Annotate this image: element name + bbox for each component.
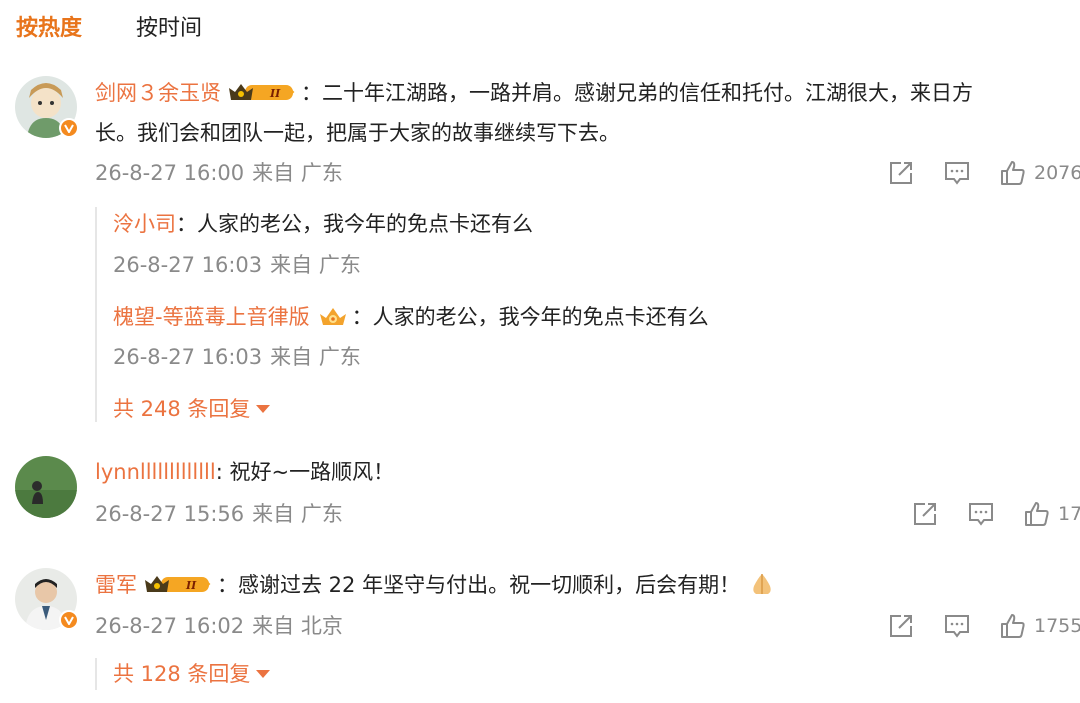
thumbs-up-icon (1001, 614, 1025, 638)
like-button[interactable]: 2076 (1000, 160, 1080, 186)
timestamp: 26-8-27 16:02 (95, 614, 245, 638)
comment-text: : 祝好~一路顺风！ (215, 460, 395, 484)
location: 来自 广东 (270, 253, 361, 277)
comment-text: ：感谢过去 22 年坚守与付出。祝一切顺利，后会有期！ (217, 573, 741, 597)
comment-button[interactable] (944, 160, 970, 186)
share-button[interactable] (888, 160, 914, 186)
vip-crown-badge-icon: II (143, 572, 215, 596)
comment-text-cont: 长。我们会和团队一起，把属于大家的故事继续写下去。 (95, 121, 620, 145)
reply-meta: 26-8-27 16:03 来自 广东 (113, 250, 369, 280)
comment-text: ：二十年江湖路，一路并肩。感谢兄弟的信任和托付。江湖很大，来日方 (301, 81, 973, 105)
like-count: 2076 (1034, 162, 1080, 184)
more-replies-link[interactable]: 共 248 条回复 (113, 394, 271, 424)
more-replies-label: 共 128 条回复 (113, 662, 251, 686)
reply-meta: 26-8-27 16:03 来自 广东 (113, 342, 369, 372)
reply-list: 泠小司：人家的老公，我今年的免点卡还有么 26-8-27 16:03 来自 广东 … (95, 207, 1080, 422)
share-icon (914, 503, 936, 525)
reply-item: 槐望-等蓝毒上音律版 ：人家的老公，我今年的免点卡还有么 (113, 302, 709, 332)
location: 来自 广东 (270, 345, 361, 369)
comment-meta: 26-8-27 16:02 来自 北京 (95, 611, 351, 641)
comment-line-1: 剑网３余玉贤 II ：二十年江湖路，一路并肩。感谢兄弟的信任和托付。江湖很大，来… (95, 78, 973, 108)
username[interactable]: 泠小司 (113, 212, 176, 236)
username[interactable]: 槐望-等蓝毒上音律版 (113, 305, 310, 329)
comment-line-2: 长。我们会和团队一起，把属于大家的故事继续写下去。 (95, 118, 620, 148)
comment-button[interactable] (968, 501, 994, 527)
svg-text:II: II (185, 579, 197, 592)
timestamp: 26-8-27 16:03 (113, 345, 263, 369)
svg-text:II: II (269, 87, 281, 100)
timestamp: 26-8-27 16:03 (113, 253, 263, 277)
share-button[interactable] (888, 613, 914, 639)
reply-text: ：人家的老公，我今年的免点卡还有么 (176, 212, 533, 236)
comment-icon (945, 615, 969, 638)
comment-item: lynnlllllllllllll: 祝好~一路顺风！ 26-8-27 15:5… (0, 440, 1080, 540)
vip-crown-badge-icon: II (227, 80, 299, 104)
share-icon (890, 162, 912, 184)
share-icon (890, 615, 912, 637)
clasped-hands-emoji-icon (748, 572, 776, 596)
crown-badge-icon (316, 304, 350, 328)
thumbs-up-icon (1025, 502, 1049, 526)
verified-badge-icon (59, 610, 79, 630)
location: 来自 广东 (252, 502, 343, 526)
avatar[interactable] (15, 456, 77, 518)
caret-down-icon (256, 405, 271, 413)
avatar[interactable] (15, 568, 79, 630)
like-button[interactable]: 17 (1024, 501, 1080, 527)
more-replies-label: 共 248 条回复 (113, 397, 251, 421)
location: 来自 广东 (252, 161, 343, 185)
comment-meta: 26-8-27 15:56 来自 广东 (95, 499, 351, 529)
comment-actions: 17 (912, 499, 1080, 529)
verified-badge-icon (59, 118, 79, 138)
like-button[interactable]: 1755 (1000, 613, 1080, 639)
more-replies-link[interactable]: 共 128 条回复 (113, 659, 271, 689)
avatar[interactable] (15, 76, 79, 138)
comment-meta: 26-8-27 16:00 来自 广东 (95, 158, 351, 188)
comment-line-1: 雷军 II ：感谢过去 22 年坚守与付出。祝一切顺利，后会有期！ (95, 570, 778, 600)
comment-actions: 2076 (888, 158, 1080, 188)
comment-line-1: lynnlllllllllllll: 祝好~一路顺风！ (95, 457, 394, 487)
timestamp: 26-8-27 16:00 (95, 161, 245, 185)
comment-icon (969, 503, 993, 526)
reply-item: 泠小司：人家的老公，我今年的免点卡还有么 (113, 209, 533, 239)
username[interactable]: lynnlllllllllllll (95, 460, 216, 484)
like-count: 1755 (1034, 615, 1080, 637)
username[interactable]: 雷军 (95, 573, 137, 597)
share-button[interactable] (912, 501, 938, 527)
comment-item: 剑网３余玉贤 II ：二十年江湖路，一路并肩。感谢兄弟的信任和托付。江湖很大，来… (0, 0, 1080, 440)
timestamp: 26-8-27 15:56 (95, 502, 245, 526)
caret-down-icon (256, 670, 271, 678)
username[interactable]: 剑网３余玉贤 (95, 81, 221, 105)
like-count: 17 (1058, 503, 1080, 525)
comment-item: 雷军 II ：感谢过去 22 年坚守与付出。祝一切顺利，后会有期！ 26-8-2… (0, 550, 1080, 703)
comment-button[interactable] (944, 613, 970, 639)
reply-list: 共 128 条回复 (95, 658, 1080, 690)
comment-icon (945, 162, 969, 185)
reply-text: ：人家的老公，我今年的免点卡还有么 (351, 305, 709, 329)
location: 来自 北京 (252, 614, 343, 638)
comment-actions: 1755 (888, 611, 1080, 641)
thumbs-up-icon (1001, 161, 1025, 185)
